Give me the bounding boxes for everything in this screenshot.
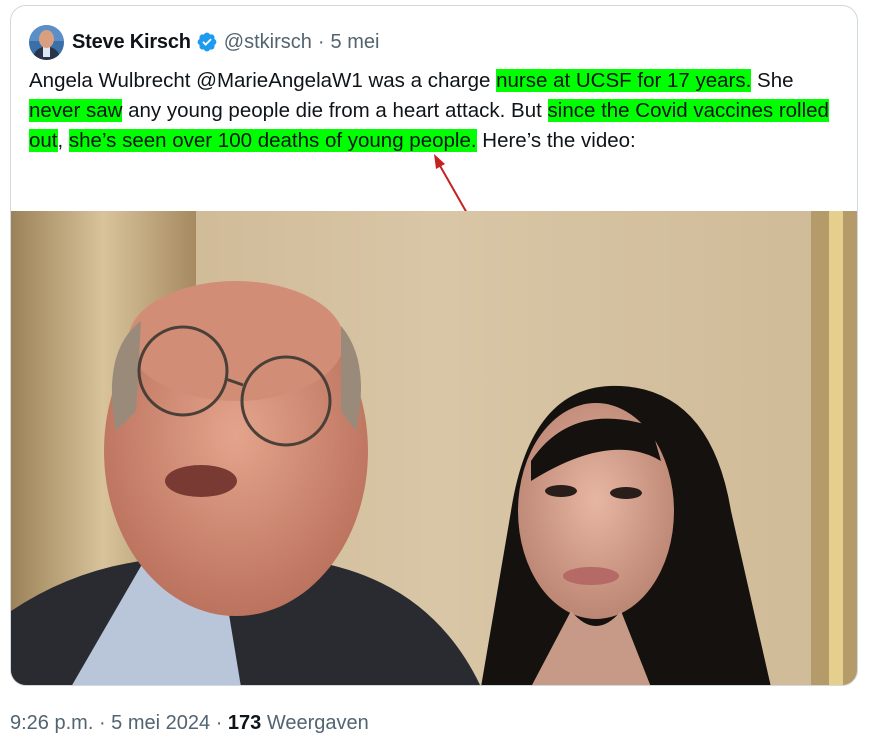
- footer-separator: ·: [210, 712, 228, 734]
- tweet-meta-footer: 9:26 p.m. · 5 mei 2024 · 173 Weergaven: [10, 712, 369, 735]
- views-label: Weergaven: [261, 712, 369, 734]
- tweet-text-segment: Here’s the video:: [476, 129, 636, 152]
- views-count[interactable]: 173: [228, 712, 261, 734]
- avatar[interactable]: [29, 24, 64, 60]
- tweet-header: Steve Kirsch @stkirsch · 5 mei: [29, 24, 379, 60]
- quoted-tweet-card[interactable]: Steve Kirsch @stkirsch · 5 mei Angela Wu…: [10, 5, 858, 686]
- tweet-full-date[interactable]: 5 mei 2024: [111, 712, 210, 734]
- footer-separator: ·: [93, 712, 112, 734]
- tweet-text-segment: any young people die from a heart attack…: [122, 99, 548, 122]
- tweet-text-segment: She: [751, 69, 794, 92]
- tweet-date[interactable]: 5 mei: [331, 31, 380, 54]
- highlighted-text: nurse at UCSF for 17 years.: [496, 69, 752, 92]
- separator-dot: ·: [317, 30, 325, 53]
- highlighted-text: she’s seen over 100 deaths of young peop…: [68, 129, 477, 152]
- highlighted-text: never saw: [29, 99, 123, 122]
- verified-badge-icon: [197, 32, 217, 52]
- tweet-text: Angela Wulbrecht @MarieAngelaW1 was a ch…: [29, 66, 841, 156]
- author-display-name[interactable]: Steve Kirsch: [72, 31, 191, 54]
- tweet-text-segment: Angela Wulbrecht @MarieAngelaW1 was a ch…: [29, 69, 497, 92]
- tweet-text-segment: ,: [57, 129, 69, 152]
- video-thumbnail[interactable]: [11, 211, 857, 685]
- author-handle[interactable]: @stkirsch: [224, 31, 312, 54]
- video-still-image: [11, 211, 857, 685]
- tweet-time[interactable]: 9:26 p.m.: [10, 712, 93, 734]
